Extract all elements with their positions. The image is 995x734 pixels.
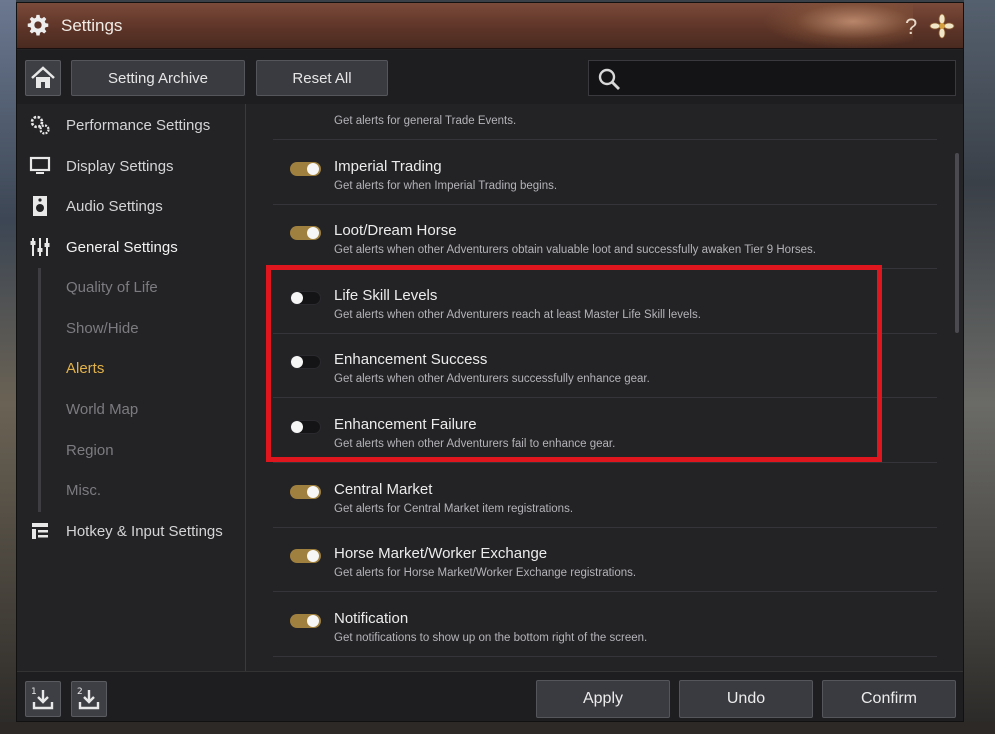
reset-all-button[interactable]: Reset All bbox=[256, 60, 388, 96]
preset-number: 1 bbox=[31, 687, 37, 697]
sub-item-region[interactable]: Region bbox=[66, 442, 114, 459]
download-preset-2-button[interactable]: 2 bbox=[71, 681, 107, 717]
title-bar[interactable]: Settings ? bbox=[17, 3, 963, 49]
alert-description: Get notifications to show up on the bott… bbox=[334, 632, 648, 644]
sidebar-item-audio[interactable]: Audio Settings bbox=[25, 191, 240, 221]
gear-icon bbox=[27, 14, 49, 36]
keyboard-icon bbox=[25, 519, 55, 543]
flower-emblem-icon[interactable] bbox=[929, 13, 955, 39]
alert-row: Notification Get notifications to show u… bbox=[273, 593, 937, 657]
alert-toggle[interactable] bbox=[290, 614, 321, 628]
bottom-bar: 1 2 Apply Undo Confirm bbox=[17, 671, 963, 721]
submenu-divider bbox=[38, 268, 41, 512]
search-box[interactable] bbox=[588, 60, 956, 96]
sub-item-quality-of-life[interactable]: Quality of Life bbox=[66, 279, 158, 296]
home-button[interactable] bbox=[25, 60, 61, 96]
sidebar-item-label: Display Settings bbox=[66, 157, 174, 175]
settings-sidebar: Performance Settings Display Settings Au… bbox=[17, 104, 246, 671]
sidebar-item-display[interactable]: Display Settings bbox=[25, 151, 240, 181]
undo-button[interactable]: Undo bbox=[679, 680, 813, 718]
alert-title: Notification bbox=[334, 610, 409, 627]
sidebar-item-label: Audio Settings bbox=[66, 197, 163, 215]
home-icon bbox=[31, 66, 55, 88]
toggle-knob bbox=[307, 615, 319, 627]
sidebar-item-performance[interactable]: Performance Settings bbox=[25, 110, 240, 140]
sub-item-misc[interactable]: Misc. bbox=[66, 482, 101, 499]
alert-toggle[interactable] bbox=[290, 549, 321, 563]
cloud-decoration bbox=[763, 3, 913, 49]
alert-row: Get alerts for general Trade Events. bbox=[273, 104, 937, 140]
download-icon: 1 bbox=[31, 687, 54, 710]
alert-title: Horse Market/Worker Exchange bbox=[334, 545, 548, 562]
alert-row: Central Market Get alerts for Central Ma… bbox=[273, 464, 937, 528]
alert-title: Central Market bbox=[334, 481, 433, 498]
sidebar-item-general[interactable]: General Settings bbox=[25, 232, 240, 262]
alert-description: Get alerts for Central Market item regis… bbox=[334, 503, 574, 515]
alert-description: Get alerts for when Imperial Trading beg… bbox=[334, 180, 558, 192]
window-title: Settings bbox=[61, 16, 123, 35]
speaker-icon bbox=[25, 194, 55, 218]
sidebar-item-label: General Settings bbox=[66, 238, 178, 256]
alert-description: Get alerts when other Adventurers obtain… bbox=[334, 244, 816, 256]
setting-archive-button[interactable]: Setting Archive bbox=[71, 60, 245, 96]
alert-title: Loot/Dream Horse bbox=[334, 222, 457, 239]
apply-button[interactable]: Apply bbox=[536, 680, 670, 718]
alert-description: Get alerts for Horse Market/Worker Excha… bbox=[334, 567, 637, 579]
toolbar: Setting Archive Reset All bbox=[17, 50, 963, 104]
help-button[interactable]: ? bbox=[905, 14, 917, 40]
monitor-icon bbox=[25, 154, 55, 178]
search-icon bbox=[598, 68, 620, 90]
sub-item-world-map[interactable]: World Map bbox=[66, 401, 138, 418]
confirm-button[interactable]: Confirm bbox=[822, 680, 956, 718]
sub-item-show-hide[interactable]: Show/Hide bbox=[66, 320, 139, 337]
toggle-knob bbox=[307, 486, 319, 498]
toggle-knob bbox=[307, 550, 319, 562]
sliders-icon bbox=[25, 235, 55, 259]
alert-toggle[interactable] bbox=[290, 162, 321, 176]
alert-description: Get alerts for general Trade Events. bbox=[334, 115, 517, 127]
highlight-box bbox=[266, 265, 882, 462]
preset-number: 2 bbox=[77, 687, 83, 697]
alert-row: Imperial Trading Get alerts for when Imp… bbox=[273, 141, 937, 205]
performance-gears-icon bbox=[25, 113, 55, 137]
sidebar-item-label: Hotkey & Input Settings bbox=[66, 522, 223, 540]
alert-title: Imperial Trading bbox=[334, 158, 442, 175]
toggle-knob bbox=[307, 163, 319, 175]
toggle-knob bbox=[307, 227, 319, 239]
download-preset-1-button[interactable]: 1 bbox=[25, 681, 61, 717]
download-icon: 2 bbox=[77, 687, 100, 710]
game-background-left bbox=[0, 0, 16, 734]
alert-row: Horse Market/Worker Exchange Get alerts … bbox=[273, 528, 937, 592]
game-background-right bbox=[964, 0, 995, 734]
sidebar-item-hotkey[interactable]: Hotkey & Input Settings bbox=[25, 516, 240, 546]
alert-row: Loot/Dream Horse Get alerts when other A… bbox=[273, 205, 937, 269]
search-input[interactable] bbox=[629, 65, 949, 91]
alert-toggle[interactable] bbox=[290, 485, 321, 499]
content-scrollbar[interactable] bbox=[955, 153, 959, 333]
alert-toggle[interactable] bbox=[290, 226, 321, 240]
sub-item-alerts[interactable]: Alerts bbox=[66, 360, 104, 377]
sidebar-item-label: Performance Settings bbox=[66, 116, 211, 134]
game-background-bottom bbox=[0, 722, 995, 734]
